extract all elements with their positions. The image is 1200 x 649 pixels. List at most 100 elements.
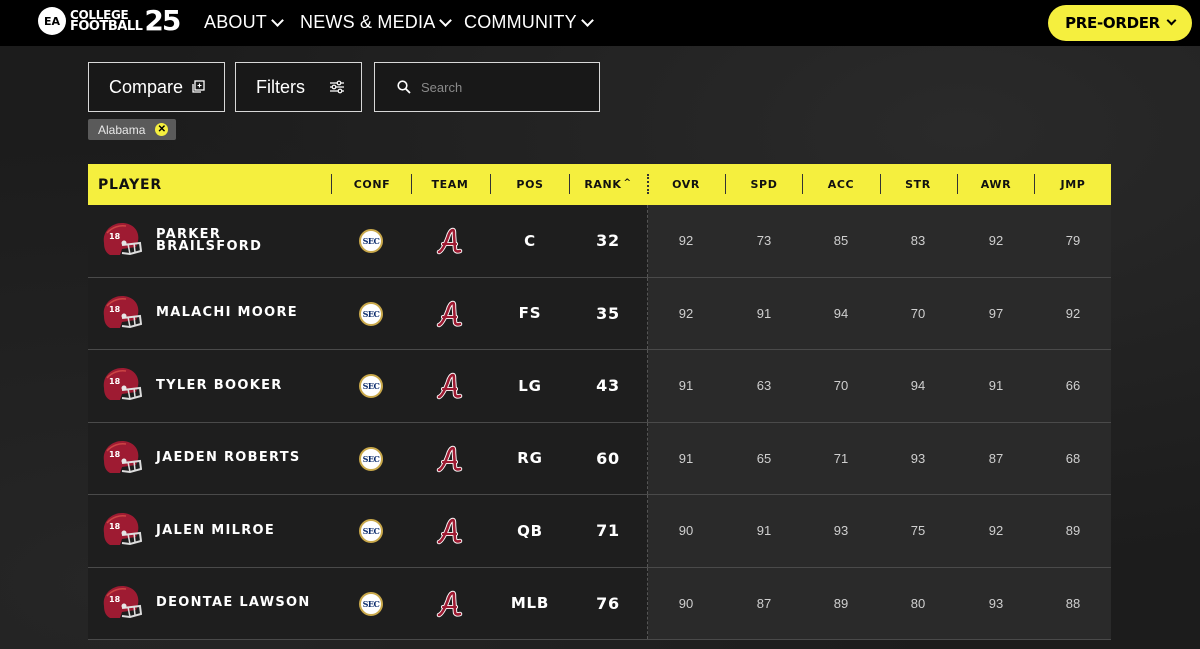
rank-cell: 32 <box>596 231 620 251</box>
conference-label: SEC <box>362 308 380 319</box>
header-player[interactable]: PLAYER <box>98 164 162 205</box>
header-separator <box>331 174 332 194</box>
nav-community[interactable]: COMMUNITY <box>464 12 594 33</box>
preorder-label: PRE-ORDER <box>1065 14 1160 32</box>
helmet-number: 18 <box>109 522 121 531</box>
alabama-script-a-icon <box>436 372 463 400</box>
acc-cell: 71 <box>833 450 849 466</box>
conference-label: SEC <box>362 526 380 536</box>
chevron-down-icon <box>1166 15 1177 26</box>
header-separator <box>880 174 881 194</box>
helmet-number: 18 <box>109 232 121 241</box>
awr-cell: 97 <box>988 305 1004 321</box>
header-rank[interactable]: RANK ^ <box>572 164 644 205</box>
player-name[interactable]: JALEN MILROE <box>156 495 316 567</box>
position-cell: MLB <box>510 594 550 613</box>
rank-cell: 60 <box>596 448 620 468</box>
player-name[interactable]: MALACHI MOORE <box>156 278 316 350</box>
chevron-down-icon <box>439 13 453 27</box>
header-str[interactable]: STR <box>888 164 948 205</box>
table-row[interactable]: 18 MALACHI MOORE SEC FS 35 92 91 94 70 9… <box>88 277 1111 350</box>
logo-number: 25 <box>144 4 181 37</box>
rank-cell: 43 <box>596 376 620 396</box>
player-name[interactable]: DEONTAE LAWSON <box>156 568 316 640</box>
row-stats-background <box>648 495 1111 567</box>
ovr-cell: 90 <box>678 595 694 611</box>
rank-cell: 76 <box>596 593 620 613</box>
header-spd[interactable]: SPD <box>734 164 794 205</box>
header-jmp[interactable]: JMP <box>1043 164 1103 205</box>
helmet-icon: 18 <box>103 440 142 473</box>
helmet-icon: 18 <box>103 223 142 256</box>
str-cell: 93 <box>910 450 926 466</box>
header-pos[interactable]: POS <box>493 164 567 205</box>
chevron-down-icon <box>580 13 594 27</box>
table-row[interactable]: 18 JAEDEN ROBERTS SEC RG 60 91 65 71 93 … <box>88 422 1111 495</box>
jmp-cell: 88 <box>1065 595 1081 611</box>
acc-cell: 70 <box>833 378 849 394</box>
row-divider <box>647 567 648 639</box>
row-stats-background <box>648 205 1111 277</box>
spd-cell: 65 <box>756 450 772 466</box>
rank-cell: 35 <box>596 303 620 323</box>
acc-cell: 93 <box>833 523 849 539</box>
jmp-cell: 92 <box>1065 305 1081 321</box>
acc-cell: 89 <box>833 595 849 611</box>
rank-cell: 71 <box>596 521 620 541</box>
sec-logo-icon: SEC <box>359 519 383 543</box>
header-acc[interactable]: ACC <box>811 164 871 205</box>
row-divider <box>647 350 648 422</box>
ovr-cell: 92 <box>678 233 694 249</box>
spd-cell: 73 <box>756 233 772 249</box>
header-awr[interactable]: AWR <box>966 164 1026 205</box>
header-conf[interactable]: CONF <box>336 164 408 205</box>
header-separator <box>802 174 803 194</box>
table-row[interactable]: 18 JALEN MILROE SEC QB 71 90 91 93 75 92… <box>88 495 1111 568</box>
table-row[interactable]: 18 DEONTAE LAWSON SEC MLB 76 90 87 89 80… <box>88 567 1111 640</box>
logo-wordmark: COLLEGE FOOTBALL <box>70 9 143 33</box>
close-icon[interactable]: ✕ <box>155 123 169 136</box>
position-cell: FS <box>518 304 542 323</box>
row-stats-background <box>648 567 1111 639</box>
helmet-icon: 18 <box>103 513 142 546</box>
nav-about[interactable]: ABOUT <box>204 12 284 33</box>
filters-button[interactable]: Filters <box>235 62 362 112</box>
header-separator <box>569 174 570 194</box>
ovr-cell: 91 <box>678 450 694 466</box>
player-name[interactable]: JAEDEN ROBERTS <box>156 423 316 495</box>
filter-chip-alabama: Alabama ✕ <box>88 119 177 140</box>
compare-button[interactable]: Compare <box>88 62 225 112</box>
table-header: PLAYER CONF TEAM POS RANK ^ OVR SPD ACC … <box>88 164 1111 205</box>
alabama-script-a-icon <box>436 227 463 255</box>
ovr-cell: 91 <box>678 378 694 394</box>
nav-news-media[interactable]: NEWS & MEDIA <box>300 12 453 33</box>
table-row[interactable]: 18 TYLER BOOKER SEC LG 43 91 63 70 94 91… <box>88 350 1111 423</box>
alabama-script-a-icon <box>436 590 463 617</box>
sort-ascending-icon: ^ <box>623 178 632 188</box>
preorder-button[interactable]: PRE-ORDER <box>1048 5 1192 41</box>
search-input[interactable] <box>421 79 581 95</box>
spd-cell: 91 <box>756 305 772 321</box>
compare-label: Compare <box>109 76 184 97</box>
row-divider <box>647 205 648 277</box>
table-row[interactable]: 18 PARKER BRAILSFORD SEC C 32 92 73 85 8… <box>88 205 1111 278</box>
header-separator <box>647 174 649 194</box>
ovr-cell: 92 <box>678 305 694 321</box>
row-stats-background <box>648 422 1111 494</box>
sec-logo-icon: SEC <box>359 301 383 326</box>
header-team[interactable]: TEAM <box>414 164 486 205</box>
jmp-cell: 68 <box>1065 450 1081 466</box>
player-name[interactable]: TYLER BOOKER <box>156 350 316 422</box>
site-logo[interactable]: EA COLLEGE FOOTBALL 25 <box>38 4 181 37</box>
acc-cell: 85 <box>833 233 849 249</box>
alabama-script-a-icon <box>436 517 463 545</box>
header-ovr[interactable]: OVR <box>656 164 716 205</box>
str-cell: 94 <box>910 378 926 394</box>
player-name[interactable]: PARKER BRAILSFORD <box>156 205 316 277</box>
str-cell: 83 <box>910 233 926 249</box>
search-box[interactable] <box>374 62 600 112</box>
header-separator <box>725 174 726 194</box>
row-stats-background <box>648 350 1111 422</box>
awr-cell: 87 <box>988 450 1004 466</box>
helmet-number: 18 <box>109 377 121 386</box>
